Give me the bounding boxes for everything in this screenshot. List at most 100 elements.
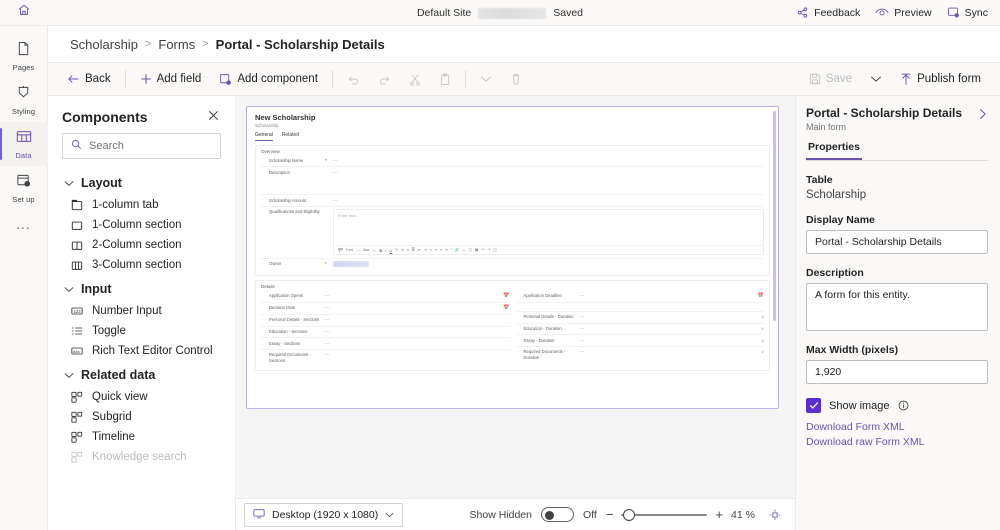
component-subgrid[interactable]: Subgrid <box>48 407 235 427</box>
paint-bucket-icon <box>16 85 31 105</box>
table-icon <box>16 129 32 149</box>
preview-field-row[interactable]: Education - Duration --- ∨ <box>516 324 765 336</box>
preview-field-row[interactable]: Description --- <box>261 167 764 195</box>
field-label: Essay - Duration <box>524 338 576 344</box>
chevron-right-icon[interactable] <box>977 106 988 125</box>
preview-field-row[interactable]: Personal Details - Sections --- <box>261 315 510 327</box>
rail-item-setup[interactable]: Set up <box>0 166 48 210</box>
properties-tabs: Properties <box>806 141 988 161</box>
home-button[interactable] <box>0 0 48 26</box>
component-1-column-tab[interactable]: 1-column tab <box>48 195 235 215</box>
save-options-button[interactable] <box>861 66 891 92</box>
breadcrumb-forms[interactable]: Forms <box>158 37 195 52</box>
component-quick-view[interactable]: Quick view <box>48 387 235 407</box>
preview-field-row[interactable]: Application Deadline --- 📅 <box>516 291 765 303</box>
zoom-slider-thumb[interactable] <box>623 509 635 521</box>
rich-text-editor[interactable]: Enter text... Font Size B <box>333 209 764 255</box>
preview-section-overview[interactable]: Overview Scholarship Name * --- Descript… <box>255 145 770 276</box>
preview-field-row[interactable]: Scholarship Amount --- <box>261 195 764 207</box>
bold-icon: B <box>379 248 382 253</box>
zoom-in-button[interactable]: + <box>715 508 723 521</box>
show-image-checkbox[interactable] <box>806 398 821 413</box>
preview-tab-related[interactable]: Related <box>282 132 299 141</box>
search-box[interactable] <box>62 133 221 159</box>
rail-item-pages[interactable]: Pages <box>0 34 48 78</box>
form-scrollbar[interactable] <box>773 111 776 321</box>
field-value: --- <box>580 293 754 298</box>
preview-field-row[interactable]: Essay - Duration --- ∨ <box>516 335 765 347</box>
quick-view-icon <box>70 391 84 403</box>
publish-form-button[interactable]: Publish form <box>891 66 990 92</box>
preview-field-row[interactable]: Personal Details - Duration --- ∨ <box>516 312 765 324</box>
description-textarea[interactable]: A form for this entity. <box>806 283 988 331</box>
rail-item-data[interactable]: Data <box>0 122 48 166</box>
group-header-layout[interactable]: Layout <box>48 169 235 195</box>
rail-label-setup: Set up <box>12 195 34 204</box>
components-title: Components <box>62 109 148 125</box>
component-number-input[interactable]: 123 Number Input <box>48 301 235 321</box>
field-value: --- <box>325 329 510 334</box>
preview-field-row[interactable]: Scholarship Name * --- <box>261 156 764 168</box>
device-size-select[interactable]: Desktop (1920 x 1080) <box>244 503 403 527</box>
preview-section-details[interactable]: Details Application Opens --- 📅 <box>255 280 770 371</box>
breadcrumb-scholarship[interactable]: Scholarship <box>70 37 138 52</box>
close-icon[interactable] <box>206 108 221 125</box>
group-header-related-data[interactable]: Related data <box>48 361 235 387</box>
component-1-column-section[interactable]: 1-Column section <box>48 215 235 235</box>
component-3-column-section[interactable]: 3-Column section <box>48 255 235 275</box>
component-label: Toggle <box>92 325 126 337</box>
tab-properties[interactable]: Properties <box>806 141 862 160</box>
component-toggle[interactable]: Toggle <box>48 321 235 341</box>
component-label: Knowledge search <box>92 451 187 463</box>
search-input[interactable] <box>89 140 212 152</box>
download-form-xml-link[interactable]: Download Form XML <box>806 421 988 433</box>
group-header-input[interactable]: Input <box>48 275 235 301</box>
table-value: Scholarship <box>806 189 988 201</box>
form-preview-frame[interactable]: New Scholarship Scholarship General Rela… <box>246 106 779 409</box>
search-icon <box>71 137 82 155</box>
preview-field-row[interactable]: Application Opens --- 📅 <box>261 291 510 303</box>
field-value: --- <box>325 317 510 322</box>
sync-button[interactable]: Sync <box>947 6 988 19</box>
preview-field-row-owner[interactable]: Owner * <box>261 259 764 271</box>
svg-text:123: 123 <box>74 309 82 314</box>
component-rich-text-editor-control[interactable]: Abc Rich Text Editor Control <box>48 341 235 361</box>
back-button[interactable]: Back <box>58 66 120 92</box>
components-header: Components <box>48 104 235 131</box>
max-width-input[interactable] <box>806 360 988 384</box>
rich-text-toolbar[interactable]: Font Size B I U ✎ <box>334 245 763 254</box>
component-timeline[interactable]: Timeline <box>48 427 235 447</box>
add-component-button[interactable]: Add component <box>210 66 327 92</box>
feedback-icon <box>796 6 809 19</box>
zoom-out-button[interactable]: − <box>606 508 614 521</box>
trash-icon <box>510 73 522 86</box>
preview-field-row-empty[interactable] <box>516 303 765 312</box>
fit-to-screen-icon[interactable] <box>769 509 781 521</box>
zoom-slider[interactable] <box>621 508 707 522</box>
info-icon[interactable] <box>898 400 909 411</box>
clear-format-icon: × <box>430 248 432 252</box>
show-hidden-state: Off <box>583 509 597 521</box>
add-field-button[interactable]: Add field <box>131 66 211 92</box>
component-label: 2-Column section <box>92 239 181 251</box>
preview-button[interactable]: Preview <box>875 6 931 19</box>
feedback-button[interactable]: Feedback <box>796 6 860 19</box>
preview-tab-general[interactable]: General <box>255 132 273 141</box>
display-name-input[interactable] <box>806 230 988 254</box>
preview-field-row[interactable]: Required Documents - Duration --- ∨ <box>516 347 765 363</box>
chevron-down-icon <box>64 372 74 379</box>
preview-field-row[interactable]: Required Documents - Sections --- <box>261 350 510 366</box>
table-icon: ▦ <box>475 248 478 252</box>
preview-field-row[interactable]: Decision Date --- 📅 <box>261 303 510 315</box>
rail-more-button[interactable]: ... <box>16 216 31 232</box>
show-hidden-toggle[interactable] <box>541 507 574 522</box>
align-left-icon: ≡ <box>435 248 437 252</box>
preview-field-row-rich-text[interactable]: Qualifications and Eligibility Enter tex… <box>261 207 764 259</box>
component-2-column-section[interactable]: 2-Column section <box>48 235 235 255</box>
preview-field-row[interactable]: Education - Sections --- <box>261 327 510 339</box>
site-label: Default Site <box>417 7 471 19</box>
underline-icon: U <box>389 248 392 253</box>
download-raw-form-xml-link[interactable]: Download raw Form XML <box>806 436 988 448</box>
preview-field-row[interactable]: Essay - Sections --- <box>261 338 510 350</box>
rail-item-styling[interactable]: Styling <box>0 78 48 122</box>
